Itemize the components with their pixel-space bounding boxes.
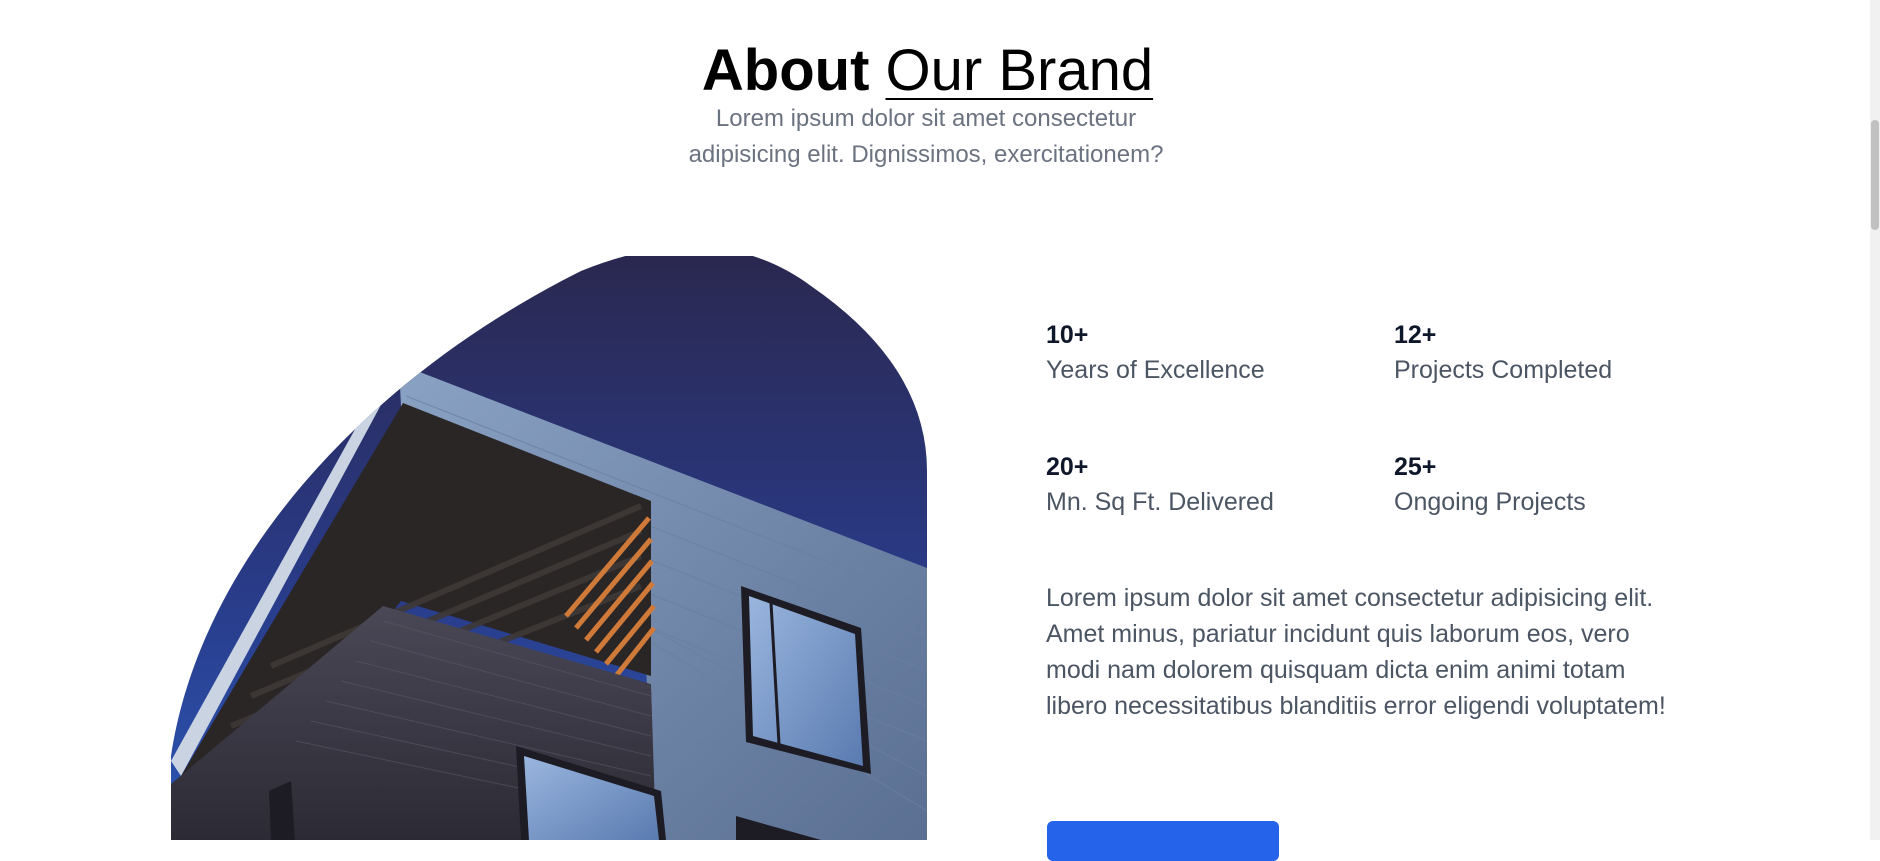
stat-value: 12+ xyxy=(1394,321,1437,349)
stat-value: 10+ xyxy=(1046,321,1089,349)
stat-value: 20+ xyxy=(1046,453,1089,481)
cta-button[interactable] xyxy=(1047,821,1279,861)
stat-sq-ft: 20+ Mn. Sq Ft. Delivered xyxy=(1046,450,1376,520)
stat-label: Projects Completed xyxy=(1394,356,1613,384)
stat-projects-completed: 12+ Projects Completed xyxy=(1394,318,1724,388)
about-description: Lorem ipsum dolor sit amet consectetur a… xyxy=(1046,584,1666,720)
section-title: About Our Brand xyxy=(0,36,1855,106)
scrollbar-thumb[interactable] xyxy=(1871,120,1879,230)
title-link-words[interactable]: Our Brand xyxy=(886,38,1154,103)
building-image xyxy=(171,256,927,840)
title-bold-word: About xyxy=(701,38,870,103)
stat-label: Years of Excellence xyxy=(1046,356,1265,384)
stat-label: Mn. Sq Ft. Delivered xyxy=(1046,488,1274,516)
section-subtitle: Lorem ipsum dolor sit amet consectetur a… xyxy=(688,105,1164,168)
stat-years: 10+ Years of Excellence xyxy=(1046,318,1376,388)
stat-ongoing: 25+ Ongoing Projects xyxy=(1394,450,1724,520)
stat-label: Ongoing Projects xyxy=(1394,488,1586,516)
stat-value: 25+ xyxy=(1394,453,1437,481)
